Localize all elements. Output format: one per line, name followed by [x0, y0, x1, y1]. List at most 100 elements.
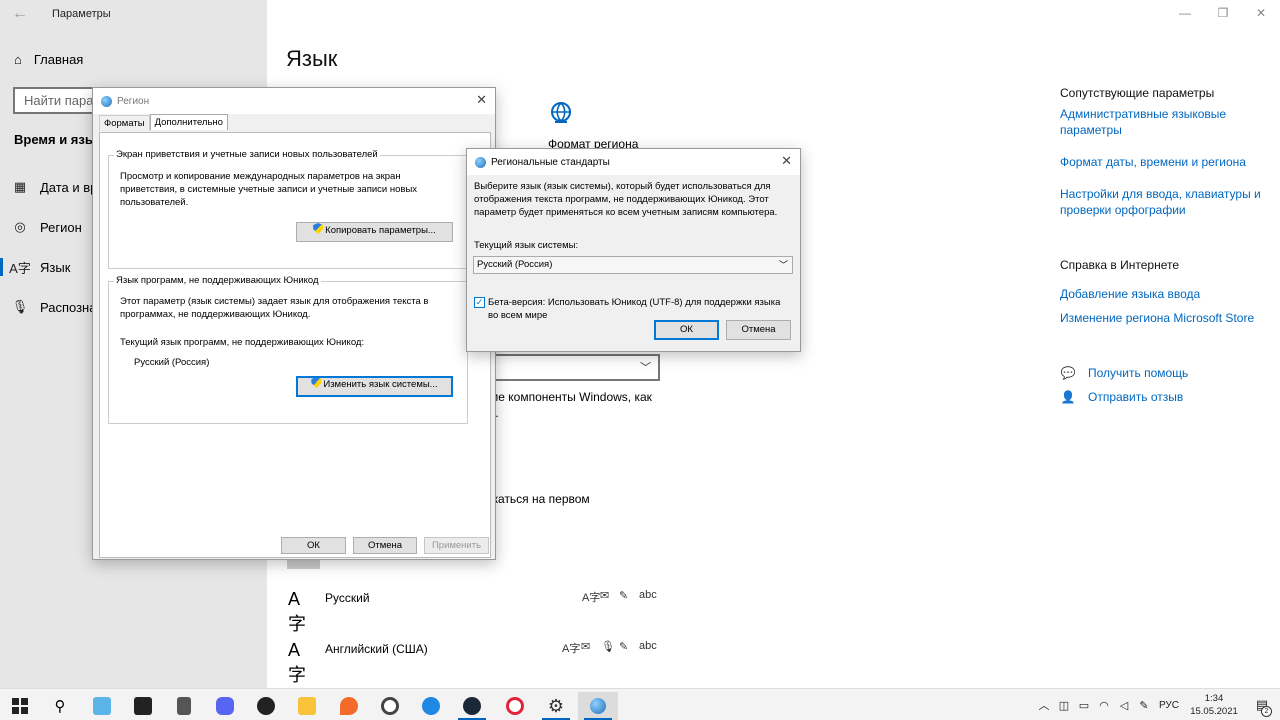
- speech-icon: ✉: [581, 641, 591, 653]
- help-icon: 💬: [1060, 366, 1076, 380]
- display-language-icon: A字: [562, 643, 581, 655]
- wifi-icon[interactable]: ◠: [1094, 699, 1114, 712]
- group-description: Этот параметр (язык системы) задает язык…: [120, 296, 429, 320]
- notification-center-button[interactable]: ▤ 2: [1244, 697, 1280, 717]
- discord-icon: [216, 697, 234, 715]
- globe-icon: [101, 95, 112, 107]
- cancel-button[interactable]: Отмена: [353, 537, 417, 554]
- add-input-language-link[interactable]: Добавление языка ввода: [1060, 286, 1270, 302]
- taskbar-app-circle[interactable]: [370, 692, 410, 720]
- admin-language-settings-link[interactable]: Административные языковые параметры: [1060, 106, 1270, 138]
- page-title: Язык: [286, 46, 338, 71]
- language-item-russian[interactable]: A字 Русский A字 ✉ ✎ abc: [288, 589, 668, 634]
- language-icon: A字: [288, 640, 306, 685]
- taskbar-app-settings[interactable]: ⚙: [536, 692, 576, 720]
- handwriting-icon: ✎: [619, 590, 629, 602]
- sidebar-item-label: Дата и вр: [40, 179, 98, 195]
- taskbar-app-notion[interactable]: [123, 692, 163, 720]
- globe-icon: [475, 156, 486, 168]
- taskbar-app-maps[interactable]: [329, 692, 369, 720]
- send-feedback-link[interactable]: 👤 Отправить отзыв: [1060, 390, 1270, 404]
- close-button[interactable]: ✕: [781, 153, 792, 169]
- nav-home[interactable]: ⌂ Главная: [14, 52, 83, 67]
- taskbar-app-calculator[interactable]: [164, 692, 204, 720]
- language-icon: A字: [9, 260, 31, 276]
- background-text: жаться на первом: [490, 492, 590, 506]
- display-language-dropdown[interactable]: ﹀: [488, 354, 660, 381]
- date-time-region-link[interactable]: Формат даты, времени и региона: [1060, 154, 1270, 170]
- notion-icon: [134, 697, 152, 715]
- language-item-english[interactable]: A字 Английский (США) A字 ✉ 🎙 ✎ abc: [288, 640, 668, 685]
- home-icon: ⌂: [14, 52, 22, 67]
- taskbar: ⚲ ⚙ ︿ ◫ ▭ ◠ ◁ ✎ РУС 1:34 15.05.2021 ▤ 2: [0, 688, 1280, 720]
- clock-date: 15.05.2021: [1190, 706, 1238, 717]
- clock[interactable]: 1:34 15.05.2021: [1184, 692, 1244, 718]
- search-button[interactable]: ⚲: [40, 692, 80, 720]
- regional-dialog-description: Выберите язык (язык системы), который бу…: [474, 181, 778, 218]
- back-arrow-icon[interactable]: ←: [12, 5, 28, 23]
- apply-button[interactable]: Применить: [424, 537, 489, 554]
- utf8-checkbox-label: Бета-версия: Использовать Юникод (UTF-8)…: [488, 297, 781, 321]
- taskbar-app-explorer-photo[interactable]: [82, 692, 122, 720]
- microphone-icon: 🎙: [11, 299, 29, 314]
- region-dialog: Регион ✕ Форматы Дополнительно Экран при…: [92, 87, 496, 560]
- minimize-button[interactable]: —: [1166, 0, 1204, 28]
- ok-button[interactable]: ОК: [654, 320, 719, 340]
- speech-icon: ✉: [600, 590, 610, 602]
- region-dialog-title: Регион: [117, 95, 150, 107]
- calendar-icon: ▦: [13, 179, 27, 194]
- utf8-checkbox[interactable]: ✓: [474, 297, 485, 308]
- tray-app-icon[interactable]: ◫: [1054, 699, 1074, 712]
- steam-icon: [463, 697, 481, 715]
- globe-icon: [590, 698, 606, 714]
- taskbar-app-file-explorer[interactable]: [287, 692, 327, 720]
- folder-icon: [298, 697, 316, 715]
- region-dialog-tabs: Форматы Дополнительно: [99, 114, 228, 131]
- spellcheck-icon: abc: [639, 640, 657, 652]
- copy-settings-button[interactable]: Копировать параметры...: [296, 222, 453, 242]
- regional-dialog-title: Региональные стандарты: [491, 156, 610, 168]
- chevron-down-icon: ﹀: [640, 362, 651, 374]
- cancel-button[interactable]: Отмена: [726, 320, 791, 340]
- volume-icon[interactable]: ◁: [1114, 699, 1134, 712]
- background-text: ме компоненты Windows, как к.: [490, 390, 652, 420]
- photos-icon: [93, 697, 111, 715]
- system-language-select[interactable]: Русский (Россия) ﹀: [473, 256, 793, 274]
- change-system-locale-button[interactable]: Изменить язык системы...: [296, 376, 453, 397]
- group-legend: Язык программ, не поддерживающих Юникод: [114, 275, 321, 286]
- battery-icon[interactable]: ▭: [1074, 699, 1094, 712]
- gear-icon: ⚙: [547, 695, 565, 716]
- group-description: Просмотр и копирование международных пар…: [120, 171, 418, 208]
- regional-dialog-titlebar: Региональные стандарты ✕: [467, 149, 800, 175]
- windows-icon: [12, 698, 28, 714]
- search-icon: ⚲: [54, 698, 66, 715]
- tray-language[interactable]: РУС: [1154, 700, 1184, 711]
- taskbar-app-media[interactable]: [246, 692, 286, 720]
- input-indicator-icon[interactable]: ✎: [1134, 699, 1154, 712]
- taskbar-app-region[interactable]: [578, 692, 618, 720]
- taskbar-app-steam[interactable]: [452, 692, 492, 720]
- tab-formats[interactable]: Форматы: [99, 115, 150, 131]
- chevron-down-icon: ﹀: [778, 260, 788, 270]
- non-unicode-group: Язык программ, не поддерживающих Юникод …: [108, 275, 468, 424]
- notification-count: 2: [1261, 706, 1272, 717]
- language-name: Русский: [325, 591, 370, 605]
- close-button[interactable]: ✕: [1242, 0, 1280, 28]
- region-format-icon: [551, 102, 571, 123]
- location-icon: [340, 697, 358, 715]
- tab-advanced[interactable]: Дополнительно: [149, 114, 228, 130]
- maximize-button[interactable]: ❐: [1204, 0, 1242, 28]
- taskbar-app-discord[interactable]: [205, 692, 245, 720]
- taskbar-app-bluetooth[interactable]: [411, 692, 451, 720]
- taskbar-app-opera[interactable]: [495, 692, 535, 720]
- change-store-region-link[interactable]: Изменение региона Microsoft Store: [1060, 310, 1270, 326]
- close-button[interactable]: ✕: [476, 92, 487, 108]
- ok-button[interactable]: ОК: [281, 537, 346, 554]
- globe-icon: ◎: [14, 219, 26, 234]
- get-help-link[interactable]: 💬 Получить помощь: [1060, 366, 1270, 380]
- section-title: Время и язык: [14, 132, 103, 147]
- calculator-icon: [177, 697, 191, 715]
- chevron-up-icon[interactable]: ︿: [1034, 697, 1054, 713]
- start-button[interactable]: [0, 692, 40, 720]
- typing-keyboard-spelling-link[interactable]: Настройки для ввода, клавиатуры и провер…: [1060, 186, 1270, 218]
